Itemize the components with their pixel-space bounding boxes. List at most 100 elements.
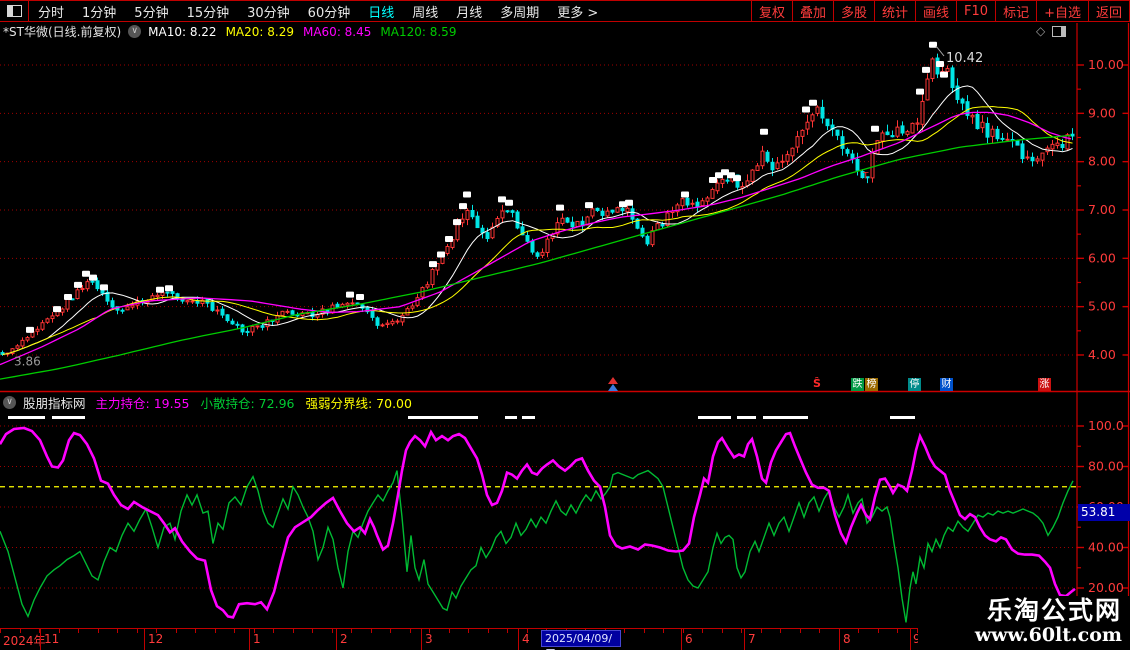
- toolbar-button-8[interactable]: 返回: [1088, 1, 1130, 21]
- period-tab-2[interactable]: 5分钟: [125, 1, 177, 21]
- toolbar-button-3[interactable]: 统计: [874, 1, 915, 21]
- axis-tick: [0, 629, 1, 633]
- axis-tick: [624, 629, 625, 633]
- axis-tick: [410, 629, 411, 633]
- divider-arrow-up-blue-icon: [608, 384, 618, 391]
- period-tab-10[interactable]: 更多 >: [548, 1, 607, 21]
- axis-tick: [176, 629, 177, 633]
- svg-text:3.86: 3.86: [14, 355, 41, 369]
- axis-tick: [858, 629, 859, 633]
- svg-text:8.00: 8.00: [1088, 154, 1116, 169]
- period-tab-0[interactable]: 分时: [29, 1, 73, 21]
- period-tab-7[interactable]: 周线: [403, 1, 447, 21]
- split-layout-icon: [7, 5, 22, 17]
- candlestick-and-indicator-chart[interactable]: 4.005.006.007.008.009.0010.00T10.423.861…: [0, 22, 1130, 628]
- axis-tick: [20, 629, 21, 633]
- toolbar-button-5[interactable]: F10: [956, 1, 995, 21]
- indicator-title[interactable]: 股朋指标网: [23, 393, 86, 412]
- axis-tick: [663, 629, 664, 633]
- month-separator: [839, 629, 840, 650]
- period-tab-8[interactable]: 月线: [447, 1, 491, 21]
- status-badge-2[interactable]: 停: [908, 378, 921, 391]
- axis-tick: [332, 629, 333, 633]
- threshold-legend: 强弱分界线: 70.00: [305, 393, 411, 412]
- period-tab-6[interactable]: 日线: [359, 1, 403, 21]
- period-tab-1[interactable]: 1分钟: [73, 1, 125, 21]
- svg-text:100.0: 100.0: [1088, 418, 1124, 433]
- axis-tick: [351, 629, 352, 633]
- axis-tick: [683, 629, 684, 633]
- month-label-7: 7: [748, 632, 756, 646]
- watermark: 乐淘公式网 www.60lt.com: [918, 596, 1130, 650]
- month-separator: [40, 629, 41, 650]
- axis-tick: [137, 629, 138, 633]
- toolbar-button-0[interactable]: 复权: [751, 1, 792, 21]
- cursor-value-badge: 53.81: [1078, 504, 1130, 521]
- toolbar-button-2[interactable]: 多股: [833, 1, 874, 21]
- period-tab-4[interactable]: 30分钟: [238, 1, 299, 21]
- toolbar-button-6[interactable]: 标记: [995, 1, 1036, 21]
- month-separator: [249, 629, 250, 650]
- axis-tick: [98, 629, 99, 633]
- axis-tick: [507, 629, 508, 633]
- svg-text:6.00: 6.00: [1088, 250, 1116, 265]
- svg-text:20.00: 20.00: [1088, 580, 1124, 595]
- axis-tick: [722, 629, 723, 633]
- month-separator: [421, 629, 422, 650]
- axis-tick: [234, 629, 235, 633]
- status-badge-4[interactable]: 涨: [1038, 378, 1051, 391]
- period-tab-5[interactable]: 60分钟: [299, 1, 360, 21]
- month-label-4: 4: [522, 632, 530, 646]
- s-status-icon[interactable]: Ŝ: [813, 377, 821, 390]
- month-separator: [144, 629, 145, 650]
- axis-tick: [819, 629, 820, 633]
- status-badge-1[interactable]: 榜: [865, 378, 878, 391]
- retail-legend: 小散持仓: 72.96: [201, 393, 295, 412]
- status-badge-0[interactable]: 跌: [851, 378, 864, 391]
- month-label-12: 12: [148, 632, 163, 646]
- axis-tick: [761, 629, 762, 633]
- axis-tick: [702, 629, 703, 633]
- period-tab-9[interactable]: 多周期: [491, 1, 548, 21]
- main-grid: 4.005.006.007.008.009.0010.00: [0, 57, 1129, 362]
- svg-text:10.42: 10.42: [946, 51, 983, 66]
- chevron-down-icon[interactable]: ∨: [3, 396, 16, 409]
- axis-tick: [644, 629, 645, 633]
- axis-tick: [780, 629, 781, 633]
- layout-toggle-button[interactable]: [0, 1, 29, 21]
- axis-tick: [390, 629, 391, 633]
- period-tab-3[interactable]: 15分钟: [178, 1, 239, 21]
- signal-marks: T10.423.86: [14, 42, 983, 369]
- watermark-url: www.60lt.com: [918, 625, 1122, 646]
- month-label-8: 8: [843, 632, 851, 646]
- trading-app-window: 分时1分钟5分钟15分钟30分钟60分钟日线周线月线多周期更多 > 复权叠加多股…: [0, 0, 1130, 650]
- toolbar-button-7[interactable]: +自选: [1036, 1, 1088, 21]
- svg-text:4.00: 4.00: [1088, 347, 1116, 362]
- toolbar-spacer: [607, 1, 751, 21]
- axis-tick: [741, 629, 742, 633]
- period-toolbar: 分时1分钟5分钟15分钟30分钟60分钟日线周线月线多周期更多 > 复权叠加多股…: [0, 0, 1130, 22]
- toolbar-right-buttons: 复权叠加多股统计画线F10标记+自选返回: [751, 1, 1130, 21]
- svg-text:5.00: 5.00: [1088, 299, 1116, 314]
- candles: [1, 54, 1074, 357]
- toolbar-button-1[interactable]: 叠加: [792, 1, 833, 21]
- indicator-header: ∨ 股朋指标网 主力持仓: 19.55 小散持仓: 72.96 强弱分界线: 7…: [0, 394, 423, 410]
- axis-tick: [488, 629, 489, 633]
- month-label-2: 2: [340, 632, 348, 646]
- month-label-1: 1: [253, 632, 261, 646]
- month-label-6: 6: [685, 632, 693, 646]
- month-separator: [681, 629, 682, 650]
- status-badge-3[interactable]: 财: [940, 378, 953, 391]
- watermark-site-name: 乐淘公式网: [918, 596, 1122, 625]
- toolbar-button-4[interactable]: 画线: [915, 1, 956, 21]
- axis-tick: [195, 629, 196, 633]
- divider-arrow-up-red-icon: [608, 377, 618, 384]
- selected-date-badge: 2025/04/09/三: [541, 630, 621, 647]
- svg-text:40.00: 40.00: [1088, 540, 1124, 555]
- axis-tick: [468, 629, 469, 633]
- month-separator: [518, 629, 519, 650]
- axis-tick: [312, 629, 313, 633]
- month-separator: [336, 629, 337, 650]
- period-tabs: 分时1分钟5分钟15分钟30分钟60分钟日线周线月线多周期更多 >: [29, 1, 607, 21]
- svg-text:7.00: 7.00: [1088, 202, 1116, 217]
